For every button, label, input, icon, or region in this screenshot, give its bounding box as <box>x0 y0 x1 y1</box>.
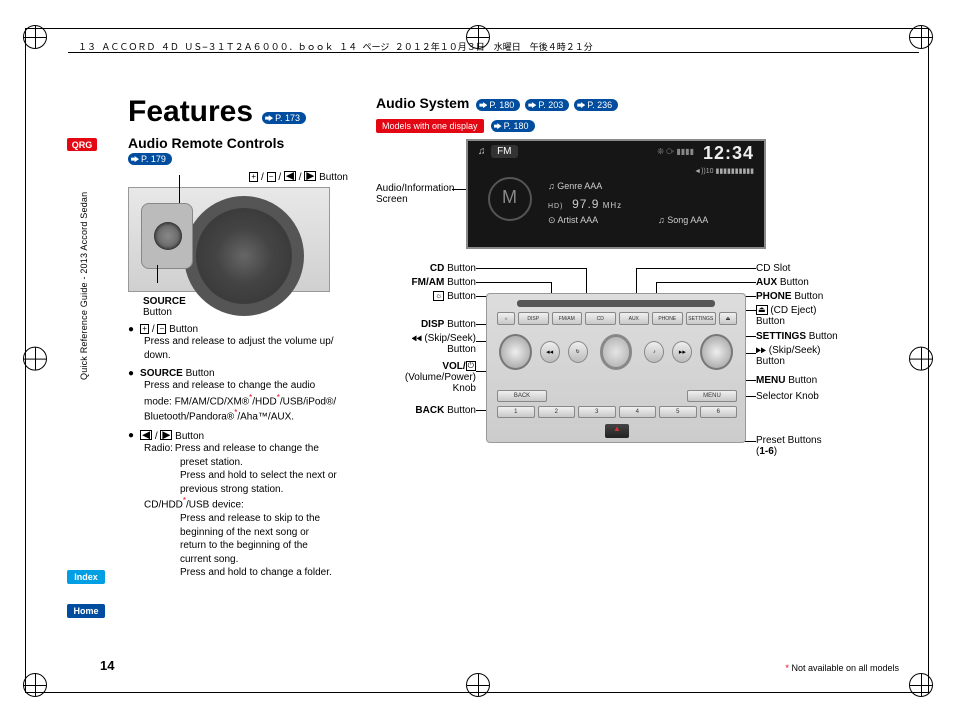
bluetooth-icon: ❊ ⧂ ▮▮▮▮ <box>657 147 694 157</box>
preset-2: 2 <box>538 406 576 418</box>
sound-button: ♪ <box>644 341 664 363</box>
plus-icon: + <box>249 172 258 182</box>
audio-system-heading: Audio System <box>376 95 469 111</box>
radio-figure: CD Button FM/AM Button ☼ Button DISP But… <box>376 263 899 493</box>
preset-4: 4 <box>619 406 657 418</box>
screen-label: Audio/Information Screen <box>376 183 456 205</box>
bullet-seek: ● / Button <box>128 430 358 442</box>
ds-band: ♫ FM <box>478 145 518 158</box>
bullet3-radio: Radio:Press and release to change the <box>144 442 358 456</box>
arrow-right-icon <box>528 102 536 108</box>
steering-wheel-icon <box>184 196 304 316</box>
left-column: Features P. 173 Audio Remote Controls P.… <box>128 95 358 658</box>
settings-button: SETTINGS <box>686 312 717 325</box>
disp-button: DISP <box>518 312 549 325</box>
header-rule <box>68 52 919 53</box>
bullet-plus-minus: ● + / − Button <box>128 324 358 335</box>
remote-control-cluster <box>141 203 193 269</box>
ds-song: ♫ Song AAA <box>658 215 708 225</box>
ds-volume: ◄))10 ▮▮▮▮▮▮▮▮▮▮ <box>694 167 754 175</box>
preset-1: 1 <box>497 406 535 418</box>
cd-slot <box>517 300 715 307</box>
scan-button: ↻ <box>568 341 588 363</box>
preset-5: 5 <box>659 406 697 418</box>
page-title: Features <box>128 95 253 129</box>
seek-prev-button: ◂◂ <box>540 341 560 363</box>
ds-freq: HD) 97.9 MHz <box>548 197 622 211</box>
page-ref-203[interactable]: P. 203 <box>525 99 569 111</box>
next-icon <box>304 171 316 181</box>
preset-6: 6 <box>700 406 738 418</box>
arrow-right-icon <box>479 102 487 108</box>
tune-knob <box>700 334 733 370</box>
radio-unit: ☼ DISP FM/AM CD AUX PHONE SETTINGS ⏏ ◂◂ … <box>486 293 746 443</box>
volume-knob <box>499 334 532 370</box>
next-icon <box>160 430 172 440</box>
right-column: Audio System P. 180 P. 203 P. 236 Models… <box>376 95 899 658</box>
steering-wheel-figure <box>128 187 330 292</box>
tuner-dial-icon <box>488 177 532 221</box>
back-button: BACK <box>497 390 547 402</box>
phone-button: PHONE <box>652 312 683 325</box>
arrow-right-icon <box>265 115 273 121</box>
prev-icon <box>284 171 296 181</box>
audio-display: ♫ FM ❊ ⧂ ▮▮▮▮ 12:34 ◄))10 ▮▮▮▮▮▮▮▮▮▮ ♫ G… <box>466 139 766 249</box>
model-tag: Models with one display <box>376 119 484 133</box>
preset-3: 3 <box>578 406 616 418</box>
arrow-right-icon <box>577 102 585 108</box>
eject-icon: ⏏ <box>756 305 768 315</box>
side-guide-text: Quick Reference Guide - 2013 Accord Seda… <box>79 160 89 380</box>
page-number: 14 <box>100 658 114 673</box>
audio-remote-heading: Audio Remote Controls <box>128 135 358 151</box>
bullet2-desc: Press and release to change the audio mo… <box>144 379 358 424</box>
ds-genre: ♫ Genre AAA <box>548 181 602 191</box>
ds-artist: ⊙ Artist AAA <box>548 215 598 226</box>
page-ref-180b[interactable]: P. 180 <box>491 120 535 132</box>
bullet3-radio-lines: preset station. Press and hold to select… <box>180 456 358 497</box>
menu-button: MENU <box>687 390 737 402</box>
minus-icon: − <box>267 172 276 182</box>
selector-knob <box>600 334 633 370</box>
eject-button: ⏏ <box>719 312 737 325</box>
ds-clock: 12:34 <box>703 143 754 164</box>
bullet-source: ● SOURCE Button <box>128 368 358 379</box>
brightness-button: ☼ <box>497 312 515 325</box>
page-ref-173[interactable]: P. 173 <box>262 112 306 124</box>
plus-icon: + <box>140 324 149 334</box>
hazard-button <box>605 424 629 438</box>
page-ref-179[interactable]: P. 179 <box>128 153 172 165</box>
tab-qrg[interactable]: QRG <box>67 138 97 151</box>
bullet3-cd-lines: Press and release to skip to the beginni… <box>180 512 358 580</box>
brightness-icon: ☼ <box>433 291 444 301</box>
bullet1-desc: Press and release to adjust the volume u… <box>144 335 358 362</box>
power-icon: ⏻ <box>466 361 476 371</box>
page-ref-236[interactable]: P. 236 <box>574 99 618 111</box>
button-word: Button <box>316 172 348 183</box>
tab-index[interactable]: Index <box>67 570 105 584</box>
tab-home[interactable]: Home <box>67 604 105 618</box>
page-ref-180[interactable]: P. 180 <box>476 99 520 111</box>
fmam-button: FM/AM <box>552 312 583 325</box>
steering-caption-top: + / − / / Button <box>128 171 358 183</box>
bullet3-cd: CD/HDD*/USB device: <box>144 496 358 512</box>
footnote: * Not available on all models <box>785 663 899 673</box>
aux-button: AUX <box>619 312 650 325</box>
arrow-right-icon <box>131 156 139 162</box>
arrow-right-icon <box>494 123 502 129</box>
seek-next-button: ▸▸ <box>672 341 692 363</box>
prev-icon <box>140 430 152 440</box>
cd-button: CD <box>585 312 616 325</box>
